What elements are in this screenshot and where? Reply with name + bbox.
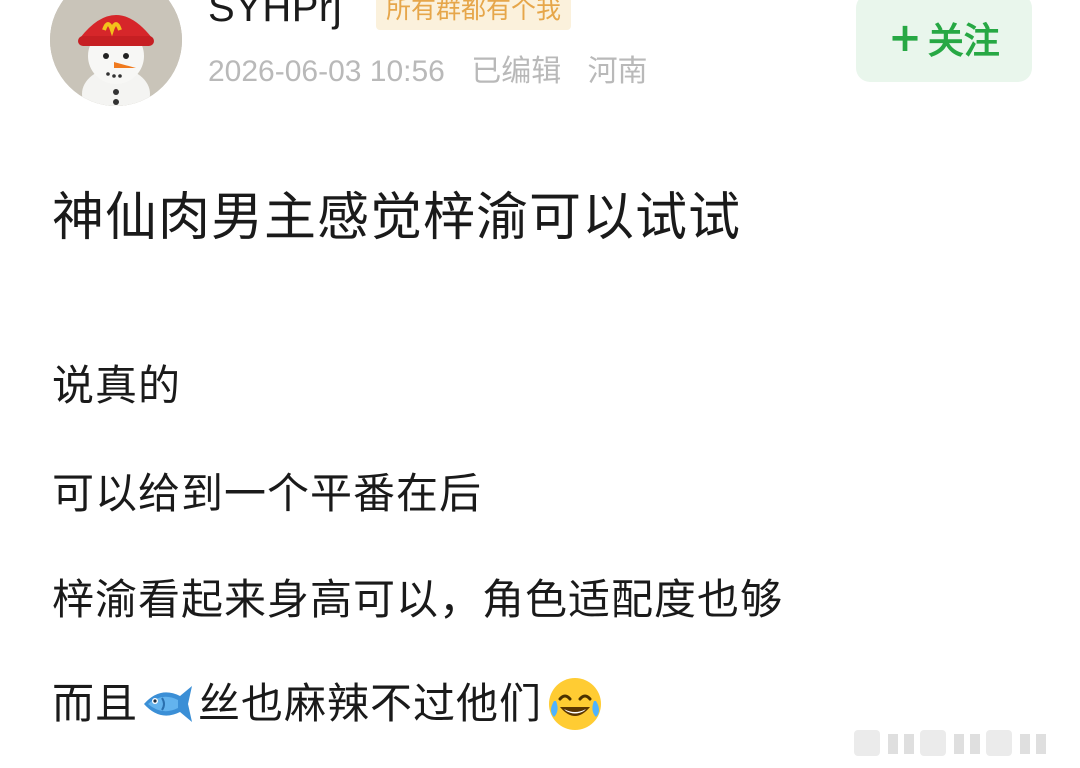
weibo-watermark-icon	[854, 728, 1064, 758]
post-datetime: 2026-06-03 10:56	[208, 55, 445, 88]
post-line-2: 可以给到一个平番在后	[52, 469, 483, 518]
location-label: 河南	[587, 55, 648, 88]
follow-label: 关注	[927, 21, 1000, 62]
plus-icon: +	[888, 15, 922, 61]
post-line-4: 而且 丝也麻辣不过他们	[52, 674, 604, 734]
follow-button[interactable]: + 关注	[856, 0, 1032, 82]
post-meta: 2026-06-03 10:56 已编辑 河南	[208, 50, 666, 94]
post-title: 神仙肉男主感觉梓渝可以试试	[52, 188, 742, 248]
tears-of-joy-emoji-icon	[546, 675, 604, 733]
post-line-1: 说真的	[52, 361, 182, 410]
post-page: SYHPrj 所有群都有个我 2026-06-03 10:56 已编辑 河南 +…	[0, 0, 1080, 768]
avatar[interactable]	[50, 0, 182, 106]
avatar-snowman-icon	[50, 0, 182, 106]
edited-label: 已编辑	[471, 55, 562, 88]
post-line-4-start: 而且	[52, 679, 139, 728]
fish-emoji-icon	[138, 678, 198, 730]
username[interactable]: SYHPrj	[208, 0, 342, 34]
post-line-4-end: 丝也麻辣不过他们	[198, 679, 543, 728]
group-badge[interactable]: 所有群都有个我	[376, 0, 572, 30]
post-line-3: 梓渝看起来身高可以，角色适配度也够	[52, 575, 784, 624]
